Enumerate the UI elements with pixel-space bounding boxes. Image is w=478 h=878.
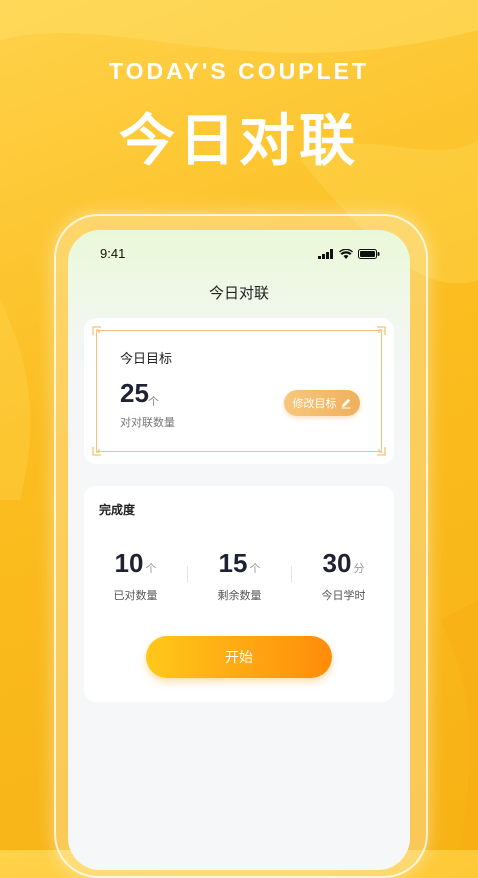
goal-label: 今日目标 — [120, 352, 173, 367]
goal-card: 今日目标 25 个 对对联数量 修改目标 — [84, 318, 394, 464]
corner-ornament-icon — [92, 447, 101, 456]
stat-completed: 10 个 已对数量 — [84, 548, 187, 603]
edit-goal-label: 修改目标 — [292, 397, 337, 410]
corner-ornament-icon — [92, 326, 101, 335]
goal-unit: 个 — [148, 395, 159, 408]
stat-study-time: 30 分 今日学时 — [292, 548, 395, 603]
stat-unit: 个 — [249, 562, 261, 575]
edit-goal-button[interactable]: 修改目标 — [284, 390, 360, 416]
battery-icon — [358, 249, 380, 259]
stat-value: 15 — [218, 548, 248, 578]
pencil-icon — [341, 398, 350, 409]
stat-remaining: 15 个 剩余数量 — [188, 548, 291, 603]
corner-ornament-icon — [377, 447, 386, 456]
promo-title: 今日对联 — [119, 109, 359, 174]
page-title: 今日对联 — [208, 284, 269, 302]
goal-value: 25 — [120, 378, 149, 408]
wifi-icon — [339, 249, 353, 259]
progress-title: 完成度 — [99, 503, 136, 517]
stat-label: 剩余数量 — [217, 589, 262, 602]
promo-subtitle: TODAY'S COUPLET — [108, 58, 370, 84]
corner-ornament-icon — [377, 326, 386, 335]
stat-unit: 分 — [353, 562, 365, 575]
stat-value: 30 — [322, 548, 352, 578]
status-time: 9:41 — [100, 246, 126, 261]
progress-card: 完成度 10 个 已对数量 15 个 剩余数量 30 分 今日学时 开始 — [84, 486, 394, 702]
app-screen: 9:41 今日对联 今日目标 25 个 对对联数量 修改目标 完成度 10 个 … — [68, 230, 410, 870]
status-bar: 9:41 — [100, 246, 380, 264]
stat-label: 今日学时 — [321, 589, 366, 602]
goal-description: 对对联数量 — [120, 416, 175, 429]
stat-unit: 个 — [145, 562, 157, 575]
status-icons — [318, 249, 380, 259]
stat-value: 10 — [114, 548, 144, 578]
stat-label: 已对数量 — [113, 589, 158, 602]
signal-icon — [318, 249, 333, 259]
start-button[interactable]: 开始 — [146, 636, 332, 678]
